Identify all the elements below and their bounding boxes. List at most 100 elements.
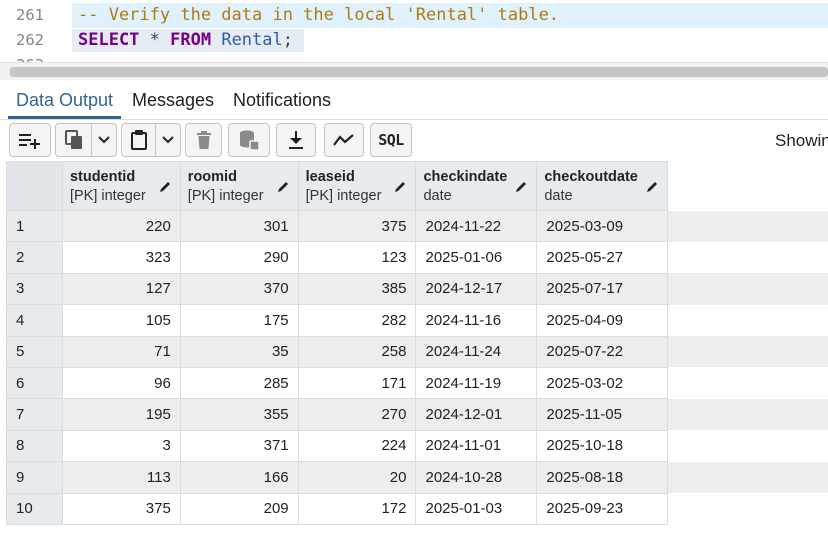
row-number[interactable]: 10 [6, 492, 63, 525]
cell-checkindate[interactable]: 2024-11-01 [415, 429, 538, 463]
code-line-263[interactable]: 263 [0, 53, 828, 62]
graph-visualiser-button[interactable] [324, 123, 364, 157]
cell-leaseid[interactable]: 224 [297, 429, 417, 463]
cell-leaseid[interactable]: 172 [297, 492, 417, 525]
cell-checkoutdate[interactable]: 2025-03-09 [536, 209, 669, 243]
row-number[interactable]: 7 [6, 398, 63, 431]
cell-checkoutdate[interactable]: 2025-09-23 [536, 492, 669, 525]
paste-options-dropdown[interactable] [156, 123, 181, 157]
cell-leaseid[interactable]: 282 [297, 304, 417, 337]
cell-roomid[interactable]: 290 [179, 241, 299, 274]
copy-button[interactable] [55, 123, 92, 157]
cell-leaseid[interactable]: 385 [297, 272, 417, 306]
table-row[interactable]: 4 105 175 282 2024-11-16 2025-04-09 [6, 304, 828, 337]
pencil-icon[interactable] [393, 180, 407, 194]
cell-checkoutdate[interactable]: 2025-10-18 [536, 429, 669, 463]
column-header-leaseid[interactable]: leaseid [PK] integer [297, 161, 417, 211]
row-number[interactable]: 5 [6, 335, 63, 368]
cell-studentid[interactable]: 195 [61, 398, 181, 431]
table-row[interactable]: 9 113 166 20 2024-10-28 2025-08-18 [6, 461, 828, 494]
pencil-icon[interactable] [514, 180, 528, 194]
pencil-icon[interactable] [276, 180, 290, 194]
add-row-button[interactable] [9, 123, 51, 157]
row-number[interactable]: 8 [6, 429, 63, 463]
column-header-roomid[interactable]: roomid [PK] integer [179, 161, 299, 211]
table-row[interactable]: 8 3 371 224 2024-11-01 2025-10-18 [6, 429, 828, 463]
editor-horizontal-scrollbar[interactable] [0, 62, 828, 80]
cell-leaseid[interactable]: 171 [297, 366, 417, 400]
cell-studentid[interactable]: 127 [61, 272, 181, 306]
tab-notifications[interactable]: Notifications [233, 90, 331, 111]
cell-checkindate[interactable]: 2024-11-19 [415, 366, 538, 400]
cell-checkoutdate[interactable]: 2025-05-27 [536, 241, 669, 274]
download-button[interactable] [276, 123, 316, 157]
cell-checkindate[interactable]: 2024-11-22 [415, 209, 538, 243]
cell-checkoutdate[interactable]: 2025-11-05 [536, 398, 669, 431]
cell-checkoutdate[interactable]: 2025-07-17 [536, 272, 669, 306]
pencil-icon[interactable] [158, 180, 172, 194]
table-row[interactable]: 5 71 35 258 2024-11-24 2025-07-22 [6, 335, 828, 368]
cell-checkoutdate[interactable]: 2025-03-02 [536, 366, 669, 400]
tab-messages[interactable]: Messages [132, 90, 214, 111]
row-number[interactable]: 2 [6, 241, 63, 274]
cell-studentid[interactable]: 105 [61, 304, 181, 337]
column-header-checkoutdate[interactable]: checkoutdate date [536, 161, 669, 211]
cell-checkindate[interactable]: 2024-12-17 [415, 272, 538, 306]
cell-studentid[interactable]: 220 [61, 209, 181, 243]
cell-studentid[interactable]: 71 [61, 335, 181, 368]
table-row[interactable]: 1 220 301 375 2024-11-22 2025-03-09 [6, 209, 828, 243]
row-number[interactable]: 9 [6, 461, 63, 494]
delete-row-button[interactable] [185, 123, 222, 157]
cell-studentid[interactable]: 96 [61, 366, 181, 400]
cell-checkoutdate[interactable]: 2025-07-22 [536, 335, 669, 368]
cell-checkoutdate[interactable]: 2025-04-09 [536, 304, 669, 337]
cell-checkindate[interactable]: 2024-11-16 [415, 304, 538, 337]
row-number[interactable]: 6 [6, 366, 63, 400]
row-number[interactable]: 3 [6, 272, 63, 306]
cell-studentid[interactable]: 375 [61, 492, 181, 525]
cell-studentid[interactable]: 3 [61, 429, 181, 463]
row-number[interactable]: 1 [6, 209, 63, 243]
row-number[interactable]: 4 [6, 304, 63, 337]
table-row[interactable]: 7 195 355 270 2024-12-01 2025-11-05 [6, 398, 828, 431]
cell-leaseid[interactable]: 258 [297, 335, 417, 368]
column-header-studentid[interactable]: studentid [PK] integer [61, 161, 181, 211]
code-line-261[interactable]: 261 -- Verify the data in the local 'Ren… [0, 3, 828, 28]
save-data-button[interactable] [228, 123, 270, 157]
cell-checkindate[interactable]: 2024-12-01 [415, 398, 538, 431]
sql-button[interactable]: SQL [370, 123, 412, 157]
cell-checkindate[interactable]: 2025-01-06 [415, 241, 538, 274]
cell-leaseid[interactable]: 270 [297, 398, 417, 431]
row-number-header[interactable] [6, 161, 63, 211]
cell-studentid[interactable]: 113 [61, 461, 181, 494]
cell-roomid[interactable]: 301 [179, 209, 299, 243]
table-row[interactable]: 6 96 285 171 2024-11-19 2025-03-02 [6, 366, 828, 400]
pencil-icon[interactable] [645, 180, 659, 194]
cell-checkindate[interactable]: 2025-01-03 [415, 492, 538, 525]
cell-studentid[interactable]: 323 [61, 241, 181, 274]
table-row[interactable]: 3 127 370 385 2024-12-17 2025-07-17 [6, 272, 828, 306]
cell-roomid[interactable]: 35 [179, 335, 299, 368]
cell-roomid[interactable]: 371 [179, 429, 299, 463]
sql-editor[interactable]: 261 -- Verify the data in the local 'Ren… [0, 0, 828, 62]
cell-roomid[interactable]: 209 [179, 492, 299, 525]
cell-checkindate[interactable]: 2024-10-28 [415, 461, 538, 494]
scrollbar-thumb[interactable] [10, 67, 828, 77]
table-row[interactable]: 10 375 209 172 2025-01-03 2025-09-23 [6, 492, 828, 525]
cell-checkindate[interactable]: 2024-11-24 [415, 335, 538, 368]
cell-roomid[interactable]: 166 [179, 461, 299, 494]
code-line-262[interactable]: 262 SELECT * FROM Rental; [0, 28, 828, 53]
paste-button[interactable] [121, 123, 156, 157]
cell-leaseid[interactable]: 123 [297, 241, 417, 274]
tab-data-output[interactable]: Data Output [16, 90, 113, 111]
cell-roomid[interactable]: 355 [179, 398, 299, 431]
cell-roomid[interactable]: 370 [179, 272, 299, 306]
cell-roomid[interactable]: 285 [179, 366, 299, 400]
column-header-checkindate[interactable]: checkindate date [415, 161, 538, 211]
cell-checkoutdate[interactable]: 2025-08-18 [536, 461, 669, 494]
cell-leaseid[interactable]: 375 [297, 209, 417, 243]
table-row[interactable]: 2 323 290 123 2025-01-06 2025-05-27 [6, 241, 828, 274]
cell-leaseid[interactable]: 20 [297, 461, 417, 494]
cell-roomid[interactable]: 175 [179, 304, 299, 337]
copy-options-dropdown[interactable] [92, 123, 117, 157]
